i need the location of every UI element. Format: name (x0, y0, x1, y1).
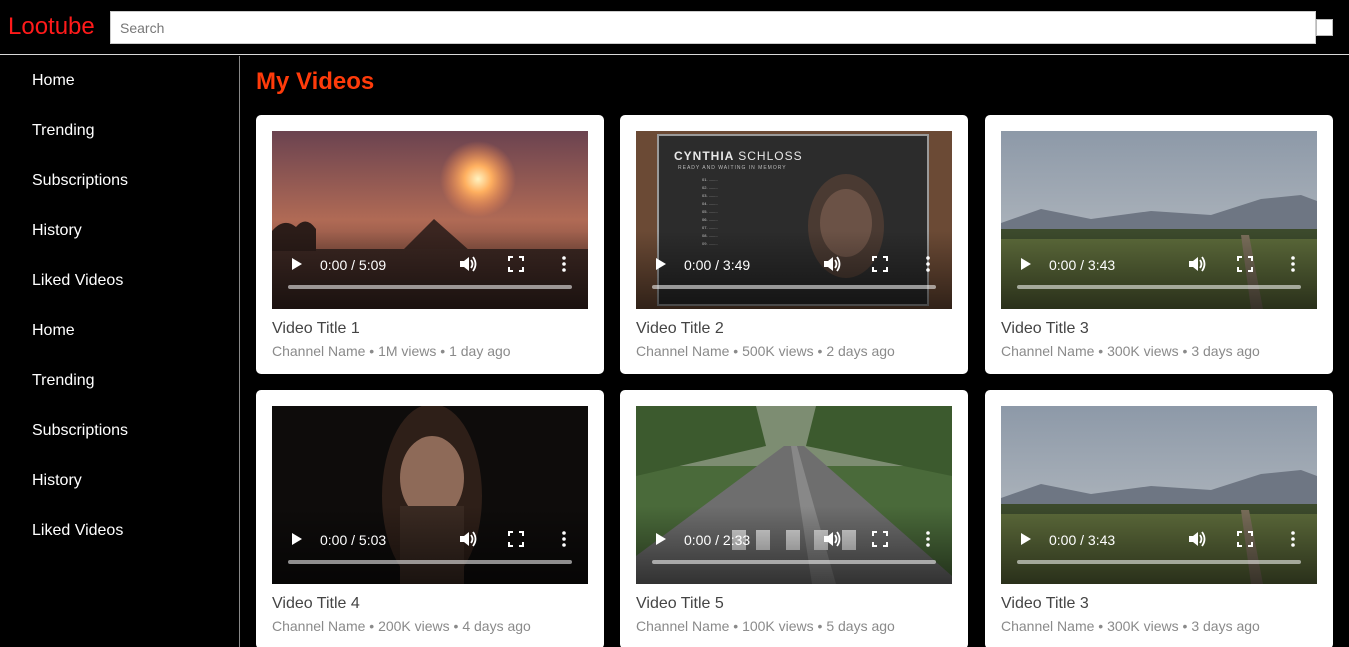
play-icon[interactable] (1019, 257, 1033, 271)
volume-icon[interactable] (822, 529, 842, 549)
progress-bar[interactable] (288, 560, 572, 564)
fullscreen-icon[interactable] (508, 531, 524, 547)
video-card[interactable]: 0:00 / 5:03 Video Title 4 Channel Name •… (256, 390, 604, 647)
video-time: 0:00 / 3:43 (1049, 257, 1116, 273)
svg-text:02. ........: 02. ........ (702, 185, 718, 190)
billboard-subtitle: READY AND WAITING IN MEMORY (678, 165, 787, 171)
video-controls: 0:00 / 5:09 (272, 231, 588, 309)
volume-icon[interactable] (458, 254, 478, 274)
sidebar-item-home[interactable]: Home (0, 56, 239, 106)
svg-text:06. ........: 06. ........ (702, 217, 718, 222)
play-icon[interactable] (290, 532, 304, 546)
video-card[interactable]: 0:00 / 3:43 Video Title 3 Channel Name •… (985, 115, 1333, 374)
sidebar: Home Trending Subscriptions History Like… (0, 56, 240, 647)
sidebar-item-trending[interactable]: Trending (0, 356, 239, 406)
logo[interactable]: Lootube (8, 13, 95, 41)
top-bar: Lootube (0, 0, 1349, 55)
video-card[interactable]: 0:00 / 5:09 Video Title 1 Channel Name •… (256, 115, 604, 374)
video-card[interactable]: 01. ........ 02. ........ 03. ........ 0… (620, 115, 968, 374)
video-title[interactable]: Video Title 4 (272, 595, 360, 613)
video-time: 0:00 / 5:03 (320, 532, 387, 548)
video-card[interactable]: 0:00 / 3:43 Video Title 3 Channel Name •… (985, 390, 1333, 647)
video-meta: Channel Name • 300K views • 3 days ago (1001, 343, 1260, 359)
video-controls: 0:00 / 3:43 (1001, 231, 1317, 309)
video-card[interactable]: 0:00 / 2:33 Video Title 5 Channel Name •… (620, 390, 968, 647)
video-controls: 0:00 / 3:43 (1001, 506, 1317, 584)
sidebar-item-trending[interactable]: Trending (0, 106, 239, 156)
video-player[interactable]: 01. ........ 02. ........ 03. ........ 0… (636, 131, 952, 309)
play-icon[interactable] (654, 532, 668, 546)
search-input[interactable] (110, 11, 1316, 44)
page-title: My Videos (256, 68, 375, 95)
play-icon[interactable] (1019, 532, 1033, 546)
fullscreen-icon[interactable] (1237, 256, 1253, 272)
sidebar-item-subscriptions[interactable]: Subscriptions (0, 156, 239, 206)
sidebar-item-home[interactable]: Home (0, 306, 239, 356)
billboard-name-last: SCHLOSS (738, 149, 803, 163)
play-icon[interactable] (654, 257, 668, 271)
video-player[interactable]: 0:00 / 3:43 (1001, 406, 1317, 584)
more-options-icon[interactable] (1289, 530, 1297, 548)
svg-text:05. ........: 05. ........ (702, 209, 718, 214)
volume-icon[interactable] (822, 254, 842, 274)
billboard-name-first: CYNTHIA (674, 149, 734, 163)
video-time: 0:00 / 3:43 (1049, 532, 1116, 548)
video-title[interactable]: Video Title 3 (1001, 320, 1089, 338)
progress-bar[interactable] (652, 560, 936, 564)
progress-bar[interactable] (1017, 285, 1301, 289)
svg-text:04. ........: 04. ........ (702, 201, 718, 206)
video-controls: 0:00 / 5:03 (272, 506, 588, 584)
search-button[interactable] (1316, 19, 1333, 36)
more-options-icon[interactable] (1289, 255, 1297, 273)
volume-icon[interactable] (1187, 254, 1207, 274)
fullscreen-icon[interactable] (508, 256, 524, 272)
more-options-icon[interactable] (924, 255, 932, 273)
video-player[interactable]: 0:00 / 5:03 (272, 406, 588, 584)
sidebar-item-history[interactable]: History (0, 456, 239, 506)
progress-bar[interactable] (288, 285, 572, 289)
volume-icon[interactable] (1187, 529, 1207, 549)
video-meta: Channel Name • 300K views • 3 days ago (1001, 618, 1260, 634)
fullscreen-icon[interactable] (872, 256, 888, 272)
fullscreen-icon[interactable] (1237, 531, 1253, 547)
volume-icon[interactable] (458, 529, 478, 549)
video-meta: Channel Name • 200K views • 4 days ago (272, 618, 531, 634)
more-options-icon[interactable] (560, 255, 568, 273)
video-meta: Channel Name • 1M views • 1 day ago (272, 343, 511, 359)
video-title[interactable]: Video Title 2 (636, 320, 724, 338)
video-time: 0:00 / 3:49 (684, 257, 751, 273)
svg-text:01. ........: 01. ........ (702, 177, 718, 182)
more-options-icon[interactable] (924, 530, 932, 548)
video-controls: 0:00 / 2:33 (636, 506, 952, 584)
progress-bar[interactable] (1017, 560, 1301, 564)
sidebar-item-liked-videos[interactable]: Liked Videos (0, 506, 239, 556)
video-time: 0:00 / 5:09 (320, 257, 387, 273)
svg-text:03. ........: 03. ........ (702, 193, 718, 198)
video-meta: Channel Name • 500K views • 2 days ago (636, 343, 895, 359)
svg-text:07. ........: 07. ........ (702, 225, 718, 230)
video-title[interactable]: Video Title 5 (636, 595, 724, 613)
sidebar-item-history[interactable]: History (0, 206, 239, 256)
more-options-icon[interactable] (560, 530, 568, 548)
progress-bar[interactable] (652, 285, 936, 289)
fullscreen-icon[interactable] (872, 531, 888, 547)
video-title[interactable]: Video Title 3 (1001, 595, 1089, 613)
sidebar-item-subscriptions[interactable]: Subscriptions (0, 406, 239, 456)
video-player[interactable]: 0:00 / 2:33 (636, 406, 952, 584)
sidebar-item-liked-videos[interactable]: Liked Videos (0, 256, 239, 306)
video-time: 0:00 / 2:33 (684, 532, 751, 548)
video-player[interactable]: 0:00 / 3:43 (1001, 131, 1317, 309)
play-icon[interactable] (290, 257, 304, 271)
main-content: My Videos 0:00 / 5:09 Video Title 1 Chan… (241, 56, 1349, 647)
video-player[interactable]: 0:00 / 5:09 (272, 131, 588, 309)
video-title[interactable]: Video Title 1 (272, 320, 360, 338)
video-controls: 0:00 / 3:49 (636, 231, 952, 309)
video-meta: Channel Name • 100K views • 5 days ago (636, 618, 895, 634)
